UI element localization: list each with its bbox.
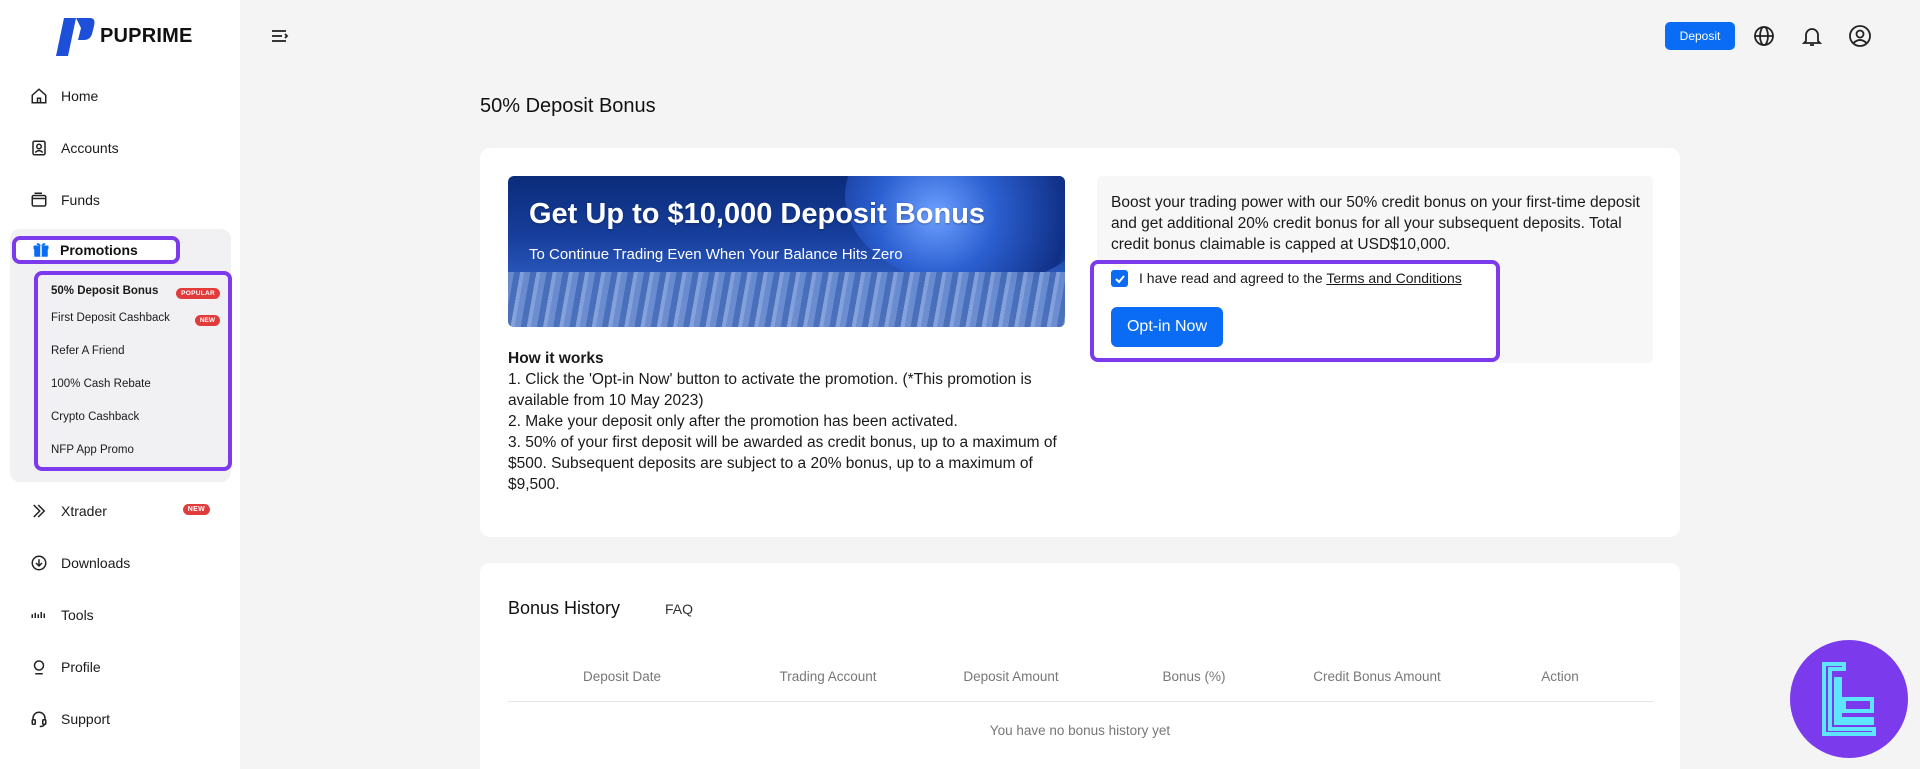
sidebar-item-label: Promotions [60,242,138,258]
bonus-history-card [480,563,1680,769]
sidebar-item-funds[interactable]: Funds [0,174,100,226]
how-it-works-step: 2. Make your deposit only after the prom… [508,413,958,430]
sidebar-item-label: Support [61,711,111,727]
column-header: Action [1541,669,1579,684]
submenu-item-label: Crypto Cashback [51,411,140,423]
submenu-item-refer-a-friend[interactable]: Refer A Friend [51,345,125,357]
wallet-icon [29,190,49,210]
sidebar-item-downloads[interactable]: Downloads [0,537,240,589]
headset-icon [29,709,49,729]
column-header: Trading Account [779,669,877,684]
globe-icon[interactable] [1752,24,1776,48]
watermark-icon [1822,662,1876,736]
download-icon [29,553,49,573]
column-header: Bonus (%) [1162,669,1226,684]
empty-state-message: You have no bonus history yet [989,723,1171,738]
sidebar-item-home[interactable]: Home [0,70,98,122]
sidebar-item-label: Funds [61,192,100,208]
submenu-item-label: First Deposit Cashback [51,312,170,324]
sidebar-item-accounts[interactable]: Accounts [0,122,119,174]
opt-in-button[interactable]: Opt-in Now [1111,307,1223,347]
submenu-item-label: Refer A Friend [51,345,125,357]
brand-logo[interactable]: PUPRIME [54,16,193,56]
xtrader-icon [29,501,49,521]
submenu-item-nfp-app-promo[interactable]: NFP App Promo [51,444,134,456]
submenu-item-label: 100% Cash Rebate [51,378,151,390]
sidebar-item-support[interactable]: Support [0,693,240,745]
how-it-works-title: How it works [508,350,604,367]
column-header: Credit Bonus Amount [1313,669,1441,684]
tools-icon [29,605,49,625]
sidebar-item-label: Accounts [61,140,119,156]
submenu-item-cash-rebate[interactable]: 100% Cash Rebate [51,378,151,390]
terms-link[interactable]: Terms and Conditions [1326,270,1461,286]
tab-bonus-history[interactable]: Bonus History [508,598,620,619]
sidebar-item-label: Tools [61,607,94,623]
sidebar-item-tools[interactable]: Tools [0,589,240,641]
watermark-logo [1790,640,1908,758]
tab-faq[interactable]: FAQ [665,601,693,617]
deposit-button[interactable]: Deposit [1665,22,1735,50]
home-icon [29,86,49,106]
profile-icon [29,657,49,677]
menu-toggle-icon[interactable] [270,26,290,46]
user-profile-icon[interactable] [1848,24,1872,48]
promotion-banner: Get Up to $10,000 Deposit Bonus To Conti… [508,176,1065,327]
bell-icon[interactable] [1800,24,1824,48]
popular-badge: POPULAR [176,288,220,299]
sidebar-item-label: Xtrader [61,503,107,519]
sidebar-item-promotions[interactable]: Promotions [12,236,180,264]
sidebar-item-label: Home [61,88,99,104]
submenu-item-crypto-cashback[interactable]: Crypto Cashback [51,411,139,423]
table-divider [508,701,1653,702]
new-badge: NEW [194,315,220,326]
sidebar-item-label: Downloads [61,555,131,571]
terms-agreement: I have read and agreed to the Terms and … [1139,270,1462,286]
terms-agreement-text: I have read and agreed to the [1139,270,1323,286]
how-it-works-step: 1. Click the 'Opt-in Now' button to acti… [508,371,1032,409]
bonus-description: Boost your trading power with our 50% cr… [1111,194,1640,253]
terms-checkbox[interactable] [1111,270,1128,287]
page-title: 50% Deposit Bonus [480,95,656,117]
banner-title: Get Up to $10,000 Deposit Bonus [529,198,986,230]
puprime-logo-icon [54,16,96,56]
planet-graphic [845,176,1065,286]
account-icon [29,138,49,158]
column-header: Deposit Date [582,669,662,684]
promotions-submenu: 50% Deposit Bonus POPULAR First Deposit … [34,271,232,471]
column-header: Deposit Amount [963,669,1059,684]
new-badge: NEW [182,504,210,515]
banner-subtitle: To Continue Trading Even When Your Balan… [529,246,903,263]
check-icon [1114,274,1125,283]
gift-icon [32,241,50,259]
sidebar-item-xtrader[interactable]: Xtrader NEW [0,485,240,537]
sidebar-item-label: Profile [61,659,101,675]
sidebar-item-profile[interactable]: Profile [0,641,240,693]
landscape-graphic [508,272,1065,327]
sidebar: PUPRIME Home Accounts Funds Promotions 5… [0,0,240,769]
how-it-works-step: 3. 50% of your first deposit will be awa… [508,434,1057,493]
submenu-item-label: 50% Deposit Bonus [51,285,159,297]
brand-name: PUPRIME [100,24,193,47]
how-it-works: How it works 1. Click the 'Opt-in Now' b… [508,348,1068,495]
submenu-item-label: NFP App Promo [51,444,134,456]
